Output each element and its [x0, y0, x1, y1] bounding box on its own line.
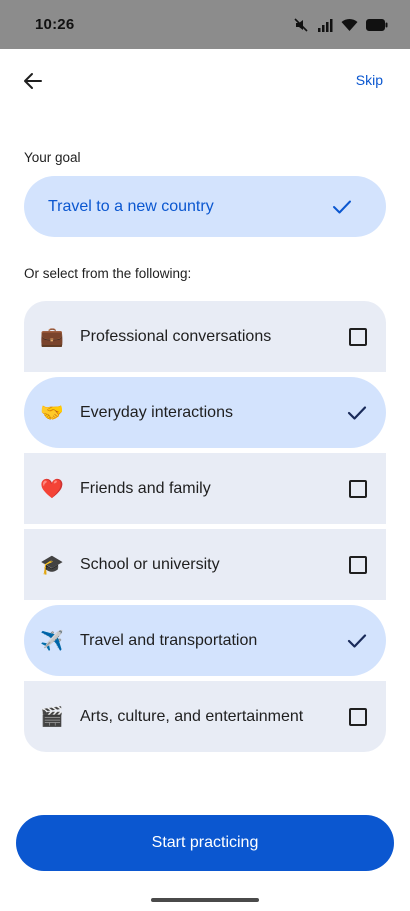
option-label: Travel and transportation	[80, 631, 258, 649]
check-icon[interactable]	[347, 403, 367, 423]
checkbox-empty-icon[interactable]	[349, 327, 367, 346]
goal-section-label: Your goal	[24, 150, 81, 165]
options-section-label: Or select from the following:	[24, 266, 192, 281]
option-everyday-interactions[interactable]: 🤝 Everyday interactions	[24, 377, 386, 448]
start-practicing-button[interactable]: Start practicing	[16, 815, 394, 871]
handshake-icon: 🤝	[40, 402, 64, 424]
battery-icon	[366, 18, 388, 31]
home-indicator[interactable]	[151, 898, 259, 902]
check-icon	[333, 200, 351, 213]
option-school-or-university[interactable]: 🎓 School or university	[24, 529, 386, 600]
graduation-cap-icon: 🎓	[40, 554, 64, 576]
app-bar: Skip	[0, 62, 410, 102]
checkbox-empty-icon[interactable]	[349, 479, 367, 498]
status-bar: 10:26	[0, 0, 410, 49]
option-label: School or university	[80, 555, 220, 573]
option-friends-and-family[interactable]: ❤️ Friends and family	[24, 453, 386, 524]
option-travel-and-transportation[interactable]: ✈️ Travel and transportation	[24, 605, 386, 676]
option-label: Arts, culture, and entertainment	[80, 707, 304, 725]
checkbox-empty-icon[interactable]	[349, 707, 367, 726]
goal-text: Travel to a new country	[48, 197, 214, 215]
options-list: 💼 Professional conversations 🤝 Everyday …	[24, 301, 386, 757]
wifi-icon	[341, 18, 358, 32]
option-professional-conversations[interactable]: 💼 Professional conversations	[24, 301, 386, 372]
option-arts-culture-entertainment[interactable]: 🎬 Arts, culture, and entertainment	[24, 681, 386, 752]
airplane-icon: ✈️	[40, 630, 64, 652]
option-label: Friends and family	[80, 479, 211, 497]
option-label: Professional conversations	[80, 327, 272, 345]
back-button[interactable]	[20, 68, 46, 94]
heart-icon: ❤️	[40, 478, 64, 500]
check-icon[interactable]	[347, 631, 367, 651]
option-label: Everyday interactions	[80, 403, 233, 421]
signal-icon	[317, 18, 333, 32]
arrow-left-icon	[24, 73, 42, 89]
status-time: 10:26	[35, 16, 75, 33]
mute-icon	[293, 17, 309, 33]
skip-button[interactable]: Skip	[356, 72, 383, 88]
checkbox-empty-icon[interactable]	[349, 555, 367, 574]
goal-selection[interactable]: Travel to a new country	[24, 176, 386, 237]
briefcase-icon: 💼	[40, 326, 64, 348]
status-icons	[293, 17, 388, 33]
clapperboard-icon: 🎬	[40, 706, 64, 728]
